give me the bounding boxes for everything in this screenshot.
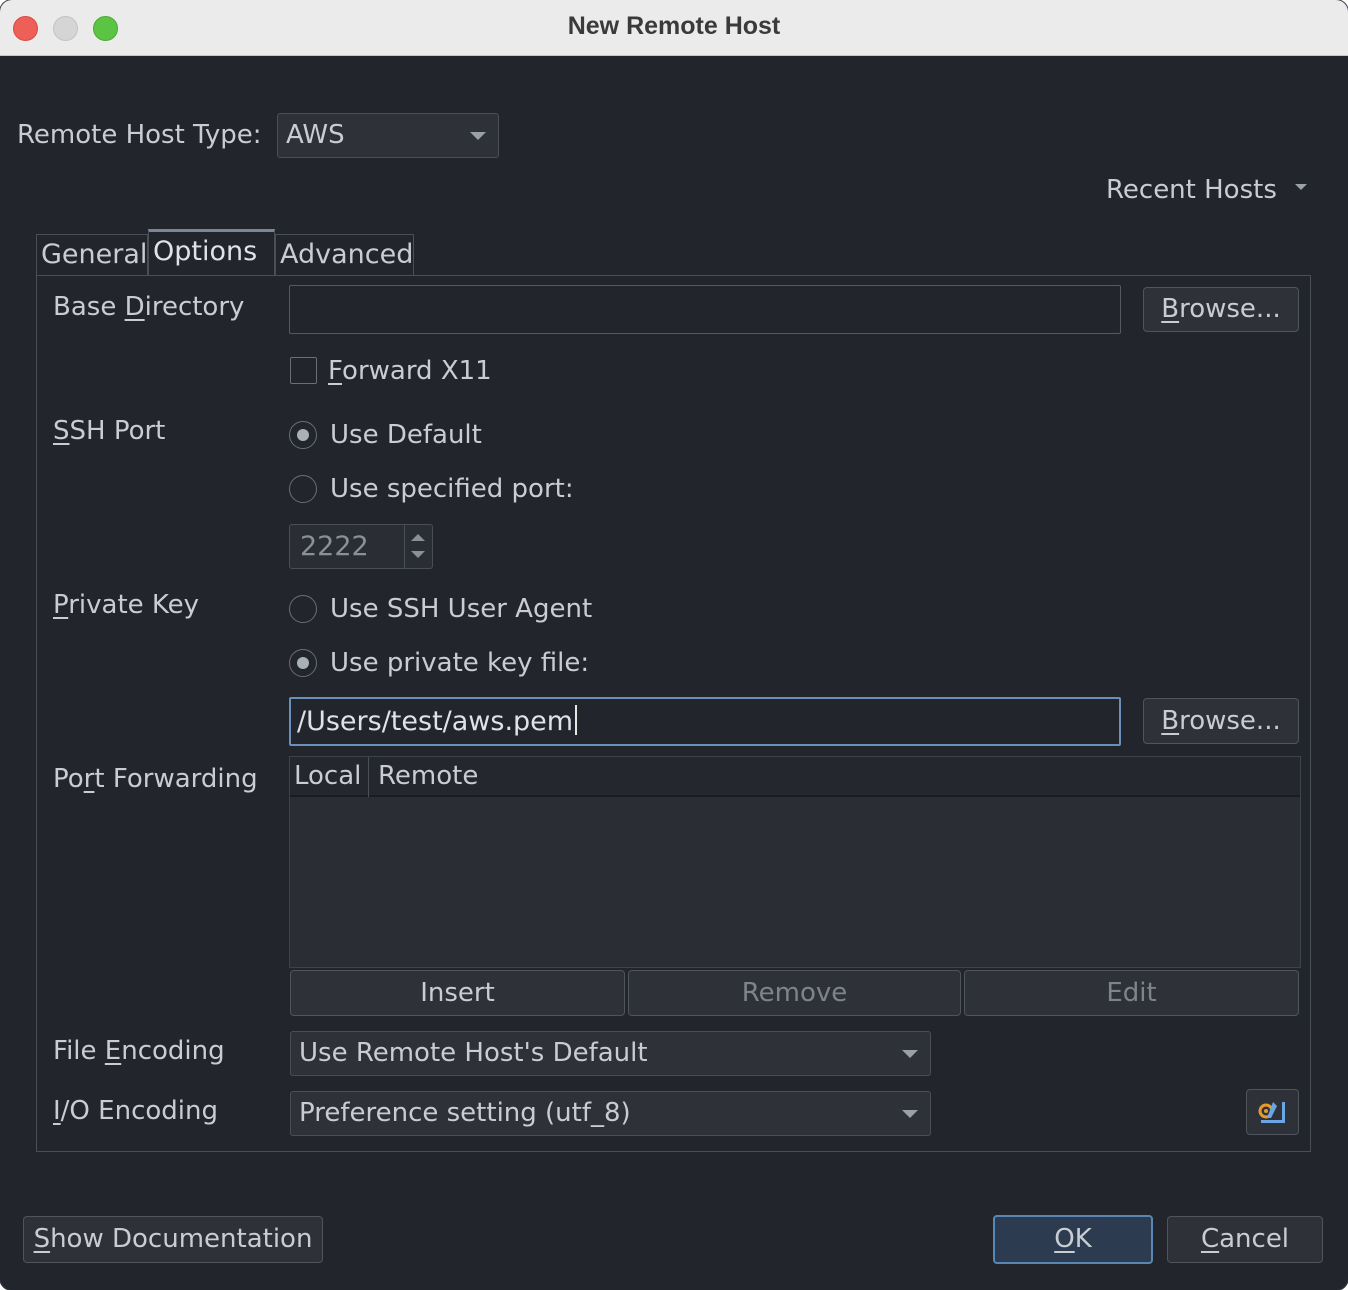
base-directory-label: Base Directory: [53, 292, 245, 322]
private-key-browse-button[interactable]: Browse...: [1143, 698, 1299, 744]
edit-button[interactable]: Edit: [964, 970, 1299, 1016]
tab-general[interactable]: General: [36, 234, 148, 276]
ssh-port-value: 2222: [300, 531, 369, 562]
cancel-button[interactable]: Cancel: [1167, 1216, 1323, 1263]
chevron-down-icon[interactable]: [411, 551, 425, 558]
private-key-label: Private Key: [53, 590, 200, 620]
ssh-port-label: SSH Port: [53, 416, 166, 446]
port-forwarding-table[interactable]: Local Remote: [289, 756, 1301, 968]
file-encoding-select[interactable]: Use Remote Host's Default: [290, 1031, 931, 1076]
base-directory-browse-button[interactable]: Browse...: [1143, 287, 1299, 332]
port-forwarding-label: Port Forwarding: [53, 764, 258, 794]
remote-host-type-value: AWS: [286, 120, 345, 150]
text-caret: [575, 705, 578, 735]
tab-advanced[interactable]: Advanced: [275, 234, 414, 276]
forward-x11-label: Forward X11: [328, 356, 492, 386]
io-encoding-value: Preference setting (utf_8): [299, 1098, 631, 1128]
ssh-port-stepper[interactable]: 2222: [289, 524, 433, 569]
tab-options[interactable]: Options: [148, 229, 275, 276]
window-title: New Remote Host: [567, 12, 781, 40]
private-key-use-file-label: Use private key file:: [330, 648, 590, 678]
chevron-up-icon[interactable]: [411, 534, 425, 541]
remote-host-type-label: Remote Host Type:: [17, 120, 262, 150]
private-key-use-file-radio[interactable]: [289, 649, 317, 677]
remove-button[interactable]: Remove: [628, 970, 961, 1016]
private-key-file-input[interactable]: /Users/test/aws.pem: [289, 697, 1121, 746]
io-encoding-select[interactable]: Preference setting (utf_8): [290, 1091, 931, 1136]
insert-button[interactable]: Insert: [290, 970, 625, 1016]
new-remote-host-dialog: New Remote Host Remote Host Type: AWS Re…: [0, 0, 1348, 1290]
remote-host-type-select[interactable]: AWS: [277, 113, 499, 158]
ok-button[interactable]: OK: [993, 1215, 1153, 1264]
ssh-port-use-specified-label: Use specified port:: [330, 474, 574, 504]
table-header: Local Remote: [290, 757, 1300, 797]
show-documentation-button[interactable]: Show Documentation: [23, 1216, 323, 1263]
recent-hosts-menu[interactable]: Recent Hosts: [1106, 175, 1277, 205]
chevron-down-icon: [902, 1109, 918, 1118]
recent-hosts-label: Recent Hosts: [1106, 175, 1277, 205]
io-encoding-label: I/O Encoding: [53, 1096, 218, 1126]
private-key-use-agent-label: Use SSH User Agent: [330, 594, 593, 624]
forward-x11-checkbox[interactable]: [290, 357, 317, 384]
chevron-down-icon: [902, 1049, 918, 1058]
column-divider[interactable]: [368, 757, 369, 797]
ssh-port-use-default-label: Use Default: [330, 420, 482, 450]
settings-wrench-icon: [1258, 1102, 1285, 1123]
base-directory-input[interactable]: [289, 285, 1121, 334]
file-encoding-label: File Encoding: [53, 1036, 225, 1066]
ssh-port-use-default-radio[interactable]: [289, 421, 317, 449]
file-encoding-value: Use Remote Host's Default: [299, 1038, 648, 1068]
private-key-use-agent-radio[interactable]: [289, 595, 317, 623]
column-header-remote[interactable]: Remote: [378, 761, 478, 791]
chevron-down-icon: [470, 131, 486, 140]
stepper-arrows[interactable]: [404, 525, 432, 568]
column-header-local[interactable]: Local: [294, 761, 361, 791]
recent-hosts-chevron-icon: [1295, 184, 1307, 190]
title-bar: New Remote Host: [0, 0, 1348, 56]
encoding-settings-button[interactable]: [1246, 1089, 1299, 1135]
ssh-port-use-specified-radio[interactable]: [289, 475, 317, 503]
